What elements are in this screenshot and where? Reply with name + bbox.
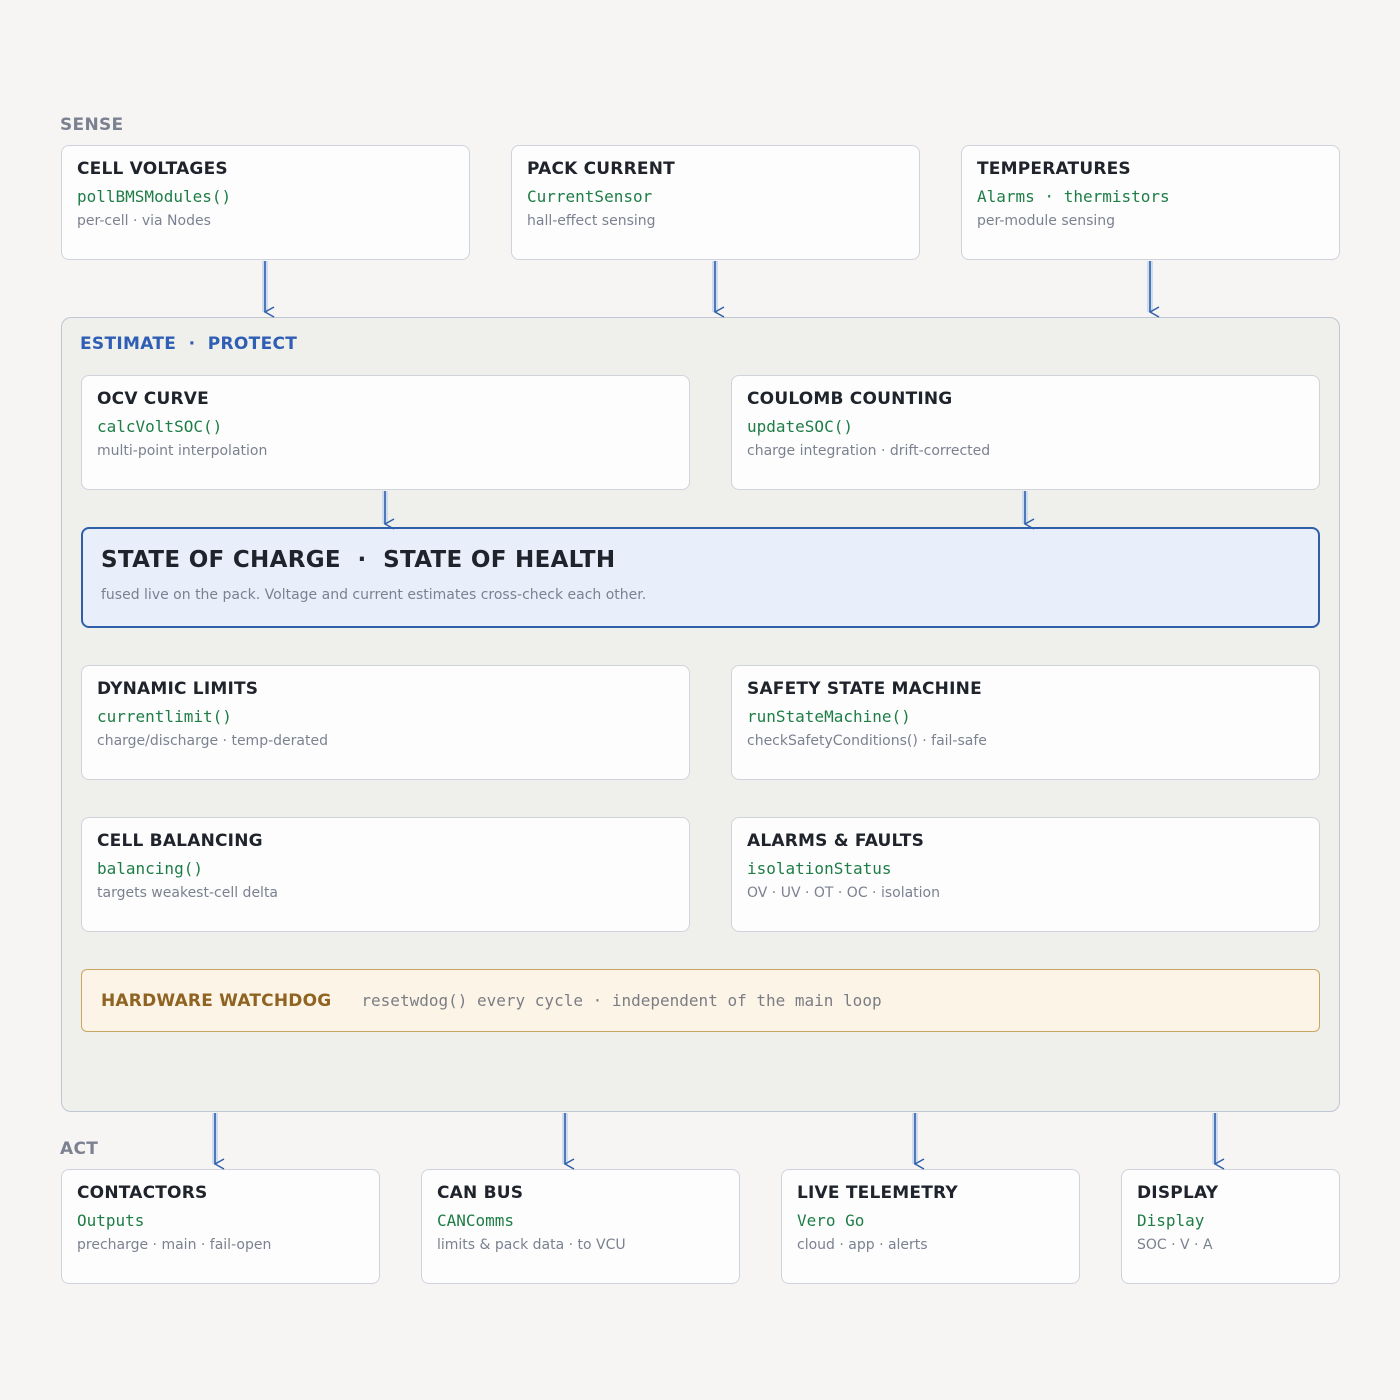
box-desc: limits & pack data · to VCU bbox=[437, 1237, 626, 1253]
soc-soh-box: STATE OF CHARGE · STATE OF HEALTH fused … bbox=[81, 527, 1320, 628]
box-title: CONTACTORS bbox=[77, 1183, 208, 1203]
box-title: CELL BALANCING bbox=[97, 831, 263, 851]
box-code: runStateMachine() bbox=[747, 707, 911, 726]
soc-soh-title: STATE OF CHARGE · STATE OF HEALTH bbox=[101, 547, 616, 573]
ocv-curve-box: OCV CURVE calcVoltSOC() multi-point inte… bbox=[81, 375, 690, 490]
coulomb-counting-box: COULOMB COUNTING updateSOC() charge inte… bbox=[731, 375, 1320, 490]
box-code: Vero Go bbox=[797, 1211, 865, 1230]
box-title: PACK CURRENT bbox=[527, 159, 675, 179]
box-title: DYNAMIC LIMITS bbox=[97, 679, 259, 699]
watchdog-desc: resetwdog() every cycle · independent of… bbox=[361, 991, 882, 1010]
sense-section-label: SENSE bbox=[60, 115, 124, 135]
box-title: ALARMS & FAULTS bbox=[747, 831, 925, 851]
box-title: CELL VOLTAGES bbox=[77, 159, 228, 179]
box-desc: targets weakest-cell delta bbox=[97, 885, 279, 901]
box-desc: OV · UV · OT · OC · isolation bbox=[747, 885, 940, 901]
soc-soh-desc: fused live on the pack. Voltage and curr… bbox=[101, 587, 647, 603]
temperatures-box: TEMPERATURES Alarms · thermistors per-mo… bbox=[961, 145, 1340, 260]
pack-current-box: PACK CURRENT CurrentSensor hall-effect s… bbox=[511, 145, 920, 260]
box-code: Outputs bbox=[77, 1211, 145, 1230]
display-box: DISPLAY Display SOC · V · A bbox=[1121, 1169, 1340, 1284]
box-code: currentlimit() bbox=[97, 707, 232, 726]
box-title: DISPLAY bbox=[1137, 1183, 1219, 1203]
can-bus-box: CAN BUS CANComms limits & pack data · to… bbox=[421, 1169, 740, 1284]
act-section-label: ACT bbox=[60, 1139, 99, 1159]
box-desc: SOC · V · A bbox=[1137, 1237, 1213, 1253]
box-code: isolationStatus bbox=[747, 859, 892, 878]
hardware-watchdog-box: HARDWARE WATCHDOG resetwdog() every cycl… bbox=[81, 969, 1320, 1032]
box-desc: charge/discharge · temp-derated bbox=[97, 733, 328, 749]
box-desc: hall-effect sensing bbox=[527, 213, 656, 229]
box-desc: per-module sensing bbox=[977, 213, 1116, 229]
box-desc: cloud · app · alerts bbox=[797, 1237, 928, 1253]
box-title: LIVE TELEMETRY bbox=[797, 1183, 958, 1203]
watchdog-title: HARDWARE WATCHDOG bbox=[101, 990, 332, 1011]
dynamic-limits-box: DYNAMIC LIMITS currentlimit() charge/dis… bbox=[81, 665, 690, 780]
box-desc: multi-point interpolation bbox=[97, 443, 268, 459]
box-desc: charge integration · drift-corrected bbox=[747, 443, 991, 459]
box-code: CurrentSensor bbox=[527, 187, 653, 206]
box-title: OCV CURVE bbox=[97, 389, 209, 409]
cell-voltages-box: CELL VOLTAGES pollBMSModules() per-cell … bbox=[61, 145, 470, 260]
cell-balancing-box: CELL BALANCING balancing() targets weake… bbox=[81, 817, 690, 932]
box-title: COULOMB COUNTING bbox=[747, 389, 953, 409]
box-desc: precharge · main · fail-open bbox=[77, 1237, 272, 1253]
estimate-protect-label: ESTIMATE · PROTECT bbox=[80, 334, 298, 354]
contactors-box: CONTACTORS Outputs precharge · main · fa… bbox=[61, 1169, 380, 1284]
box-code: Alarms · thermistors bbox=[977, 187, 1170, 206]
box-code: pollBMSModules() bbox=[77, 187, 232, 206]
box-code: calcVoltSOC() bbox=[97, 417, 223, 436]
live-telemetry-box: LIVE TELEMETRY Vero Go cloud · app · ale… bbox=[781, 1169, 1080, 1284]
box-title: CAN BUS bbox=[437, 1183, 524, 1203]
box-code: updateSOC() bbox=[747, 417, 853, 436]
box-code: CANComms bbox=[437, 1211, 515, 1230]
box-code: Display bbox=[1137, 1211, 1205, 1230]
box-code: balancing() bbox=[97, 859, 203, 878]
alarms-faults-box: ALARMS & FAULTS isolationStatus OV · UV … bbox=[731, 817, 1320, 932]
box-title: TEMPERATURES bbox=[977, 159, 1131, 179]
box-title: SAFETY STATE MACHINE bbox=[747, 679, 982, 699]
safety-state-machine-box: SAFETY STATE MACHINE runStateMachine() c… bbox=[731, 665, 1320, 780]
box-desc: per-cell · via Nodes bbox=[77, 213, 211, 229]
box-desc: checkSafetyConditions() · fail-safe bbox=[747, 733, 987, 749]
